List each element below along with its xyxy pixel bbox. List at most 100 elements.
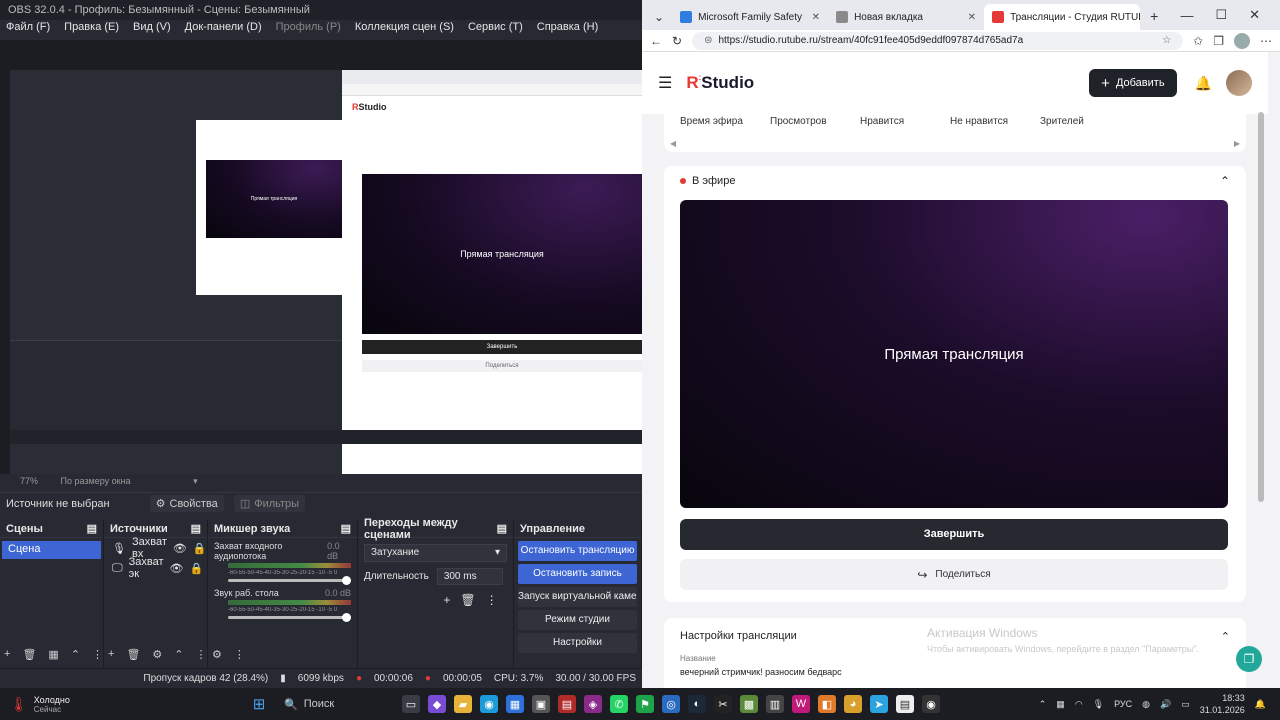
- edge-icon[interactable]: ◉: [480, 695, 498, 713]
- close-icon[interactable]: ✕: [812, 12, 820, 23]
- add-icon[interactable]: +: [4, 648, 10, 660]
- minimize-icon[interactable]: —: [1180, 8, 1193, 23]
- url-input[interactable]: ⊜ https://studio.rutube.ru/stream/40fc91f…: [692, 31, 1184, 50]
- app-icon[interactable]: ◈: [584, 695, 602, 713]
- trash-icon[interactable]: 🗑: [126, 648, 140, 661]
- tab-family-safety[interactable]: Microsoft Family Safety ✕: [672, 4, 828, 30]
- add-icon[interactable]: +: [443, 593, 450, 607]
- more-icon[interactable]: ⋮: [234, 648, 245, 661]
- virtual-camera-button[interactable]: Запуск виртуальной камеры: [518, 587, 637, 607]
- menu-docks[interactable]: Док-панели (D): [185, 21, 262, 37]
- more-icon[interactable]: ⋮: [196, 648, 207, 661]
- app-icon[interactable]: ▤: [558, 695, 576, 713]
- gear-icon[interactable]: ⚙: [212, 648, 222, 661]
- dock-menu-icon[interactable]: ▤: [497, 522, 507, 535]
- tab-new[interactable]: Новая вкладка ✕: [828, 4, 984, 30]
- tab-rutube-studio[interactable]: Трансляции - Студия RUTUBE✕: [984, 4, 1141, 30]
- app-icon[interactable]: ▣: [532, 695, 550, 713]
- taskbar-search[interactable]: 🔍 Поиск: [276, 693, 394, 715]
- volume-slider[interactable]: [228, 576, 351, 585]
- language-indicator[interactable]: РУС: [1114, 699, 1132, 709]
- back-icon[interactable]: ←: [650, 34, 662, 48]
- chevron-down-icon[interactable]: ▾: [193, 476, 198, 486]
- profile-avatar[interactable]: [1234, 32, 1250, 49]
- dock-menu-icon[interactable]: ▤: [341, 522, 351, 535]
- zoom-level[interactable]: 77%: [20, 476, 38, 486]
- chevron-up-icon[interactable]: ⌃: [174, 648, 183, 661]
- user-avatar[interactable]: [1226, 70, 1252, 96]
- network-icon[interactable]: ▦: [1056, 699, 1065, 710]
- preview-area[interactable]: Прямая трансляция RStudio Прямая трансля…: [0, 40, 642, 482]
- menu-view[interactable]: Вид (V): [133, 21, 171, 37]
- stop-recording-button[interactable]: Остановить запись: [518, 564, 637, 584]
- chevron-up-icon[interactable]: ⌃: [1039, 699, 1047, 710]
- chevron-up-icon[interactable]: ⌃: [1221, 630, 1230, 643]
- app-icon[interactable]: ⚑: [636, 695, 654, 713]
- source-item[interactable]: 🎙 Захват вх 👁 🔒: [104, 536, 207, 560]
- globe-icon[interactable]: ◍: [1142, 699, 1150, 710]
- properties-button[interactable]: ⚙ Свойства: [149, 495, 224, 512]
- menu-profile[interactable]: Профиль (P): [276, 21, 341, 37]
- maximize-icon[interactable]: ☐: [1215, 7, 1227, 23]
- windows-start-icon[interactable]: ⊞: [250, 695, 268, 713]
- weather-widget[interactable]: 🌡 Холодно Сейчас: [0, 695, 250, 714]
- wifi-icon[interactable]: ◠: [1075, 699, 1083, 710]
- scene-item[interactable]: Сцена: [2, 541, 101, 559]
- source-item[interactable]: 🖵 Захват эк 👁 🔒: [104, 556, 207, 580]
- battery-icon[interactable]: ▭: [1181, 699, 1190, 710]
- obs-icon[interactable]: ◉: [922, 695, 940, 713]
- lock-icon[interactable]: 🔒: [193, 542, 207, 555]
- studio-logo[interactable]: R:Studio: [686, 73, 754, 93]
- store-icon[interactable]: ▦: [506, 695, 524, 713]
- page-scrollbar[interactable]: [1258, 112, 1264, 502]
- notification-icon[interactable]: 🔔: [1255, 699, 1266, 710]
- more-icon[interactable]: ⋮: [486, 593, 498, 607]
- lock-icon[interactable]: 🔒: [189, 562, 203, 575]
- volume-slider[interactable]: [228, 613, 351, 622]
- live-video-player[interactable]: Прямая трансляция: [680, 200, 1228, 508]
- app-icon[interactable]: ▥: [766, 695, 784, 713]
- chevron-up-icon[interactable]: ⌃: [71, 648, 80, 661]
- copilot-icon[interactable]: ◆: [428, 695, 446, 713]
- eye-icon[interactable]: 👁: [170, 562, 184, 575]
- menu-tools[interactable]: Сервис (T): [468, 21, 523, 37]
- star-icon[interactable]: ☆: [1162, 35, 1171, 46]
- telegram-icon[interactable]: ➤: [870, 695, 888, 713]
- gear-icon[interactable]: ⚙: [152, 648, 162, 661]
- app-icon[interactable]: ◧: [818, 695, 836, 713]
- reload-icon[interactable]: ↻: [672, 34, 682, 48]
- more-icon[interactable]: ⋯: [1260, 34, 1272, 48]
- support-chat-icon[interactable]: ❐: [1236, 646, 1262, 672]
- add-button[interactable]: + Добавить: [1089, 69, 1177, 97]
- eye-icon[interactable]: 👁: [173, 542, 187, 555]
- task-view-icon[interactable]: ▭: [402, 695, 420, 713]
- studio-mode-button[interactable]: Режим студии: [518, 610, 637, 630]
- filter-icon[interactable]: ▦: [48, 648, 58, 661]
- favorites-icon[interactable]: ✩: [1193, 34, 1203, 48]
- app-icon[interactable]: ◎: [662, 695, 680, 713]
- menu-icon[interactable]: ☰: [658, 73, 672, 93]
- scroll-right-icon[interactable]: ▶: [1234, 139, 1240, 148]
- dock-menu-icon[interactable]: ▤: [191, 522, 201, 535]
- transition-select[interactable]: Затухание ▾: [364, 544, 507, 562]
- minecraft-icon[interactable]: ▩: [740, 695, 758, 713]
- dock-menu-icon[interactable]: ▤: [87, 522, 97, 535]
- steam-icon[interactable]: ◐: [688, 695, 706, 713]
- notepad-icon[interactable]: ▤: [896, 695, 914, 713]
- microphone-icon[interactable]: 🎙: [1093, 699, 1104, 710]
- stop-stream-button[interactable]: Остановить трансляцию: [518, 541, 637, 561]
- trash-icon[interactable]: 🗑: [22, 648, 36, 661]
- end-stream-button[interactable]: Завершить: [680, 519, 1228, 550]
- stream-name-field[interactable]: вечерний стримчик! разносим бедварс: [680, 667, 1230, 677]
- menu-edit[interactable]: Правка (E): [64, 21, 119, 37]
- menu-scene-collection[interactable]: Коллекция сцен (S): [355, 21, 454, 37]
- tab-list-icon[interactable]: ⌄: [646, 10, 672, 30]
- whatsapp-icon[interactable]: ✆: [610, 695, 628, 713]
- volume-icon[interactable]: 🔊: [1160, 699, 1171, 710]
- chevron-up-icon[interactable]: ⌃: [1220, 174, 1230, 188]
- capcut-icon[interactable]: ✂: [714, 695, 732, 713]
- more-icon[interactable]: ⋮: [92, 648, 103, 661]
- filters-button[interactable]: ◫ Фильтры: [233, 495, 306, 512]
- wildberries-icon[interactable]: W: [792, 695, 810, 713]
- close-icon[interactable]: ✕: [968, 12, 976, 23]
